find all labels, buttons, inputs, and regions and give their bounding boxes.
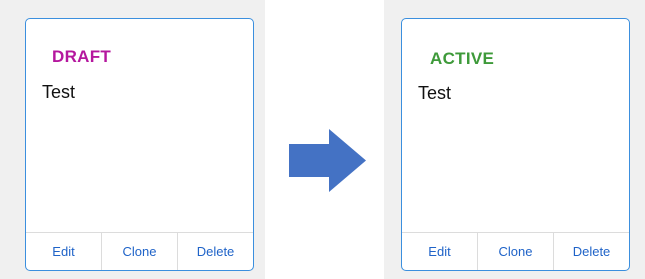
after-panel: ACTIVE Test Edit Clone Delete (384, 0, 645, 279)
card-actions: Edit Clone Delete (26, 232, 253, 270)
clone-button[interactable]: Clone (477, 233, 553, 270)
card-actions: Edit Clone Delete (402, 232, 629, 270)
edit-button[interactable]: Edit (26, 233, 101, 270)
before-panel: DRAFT Test Edit Clone Delete (0, 0, 265, 279)
clone-button[interactable]: Clone (101, 233, 177, 270)
delete-button[interactable]: Delete (553, 233, 629, 270)
card-title: Test (42, 82, 76, 102)
arrow-right-icon (289, 129, 366, 192)
status-label: ACTIVE (430, 49, 495, 68)
edit-button[interactable]: Edit (402, 233, 477, 270)
card-title: Test (418, 83, 452, 103)
active-card: ACTIVE Test Edit Clone Delete (401, 18, 630, 271)
status-label: DRAFT (52, 47, 112, 66)
draft-card: DRAFT Test Edit Clone Delete (25, 18, 254, 271)
delete-button[interactable]: Delete (177, 233, 253, 270)
